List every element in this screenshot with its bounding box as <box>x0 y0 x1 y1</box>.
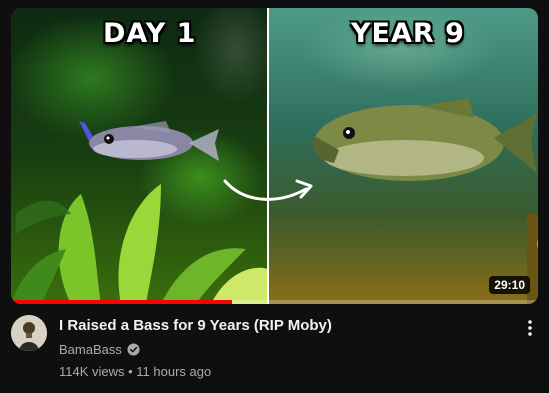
upload-age: 11 hours ago <box>136 364 212 379</box>
video-title[interactable]: I Raised a Bass for 9 Years (RIP Moby) <box>59 317 332 334</box>
video-metadata: 114K views • 11 hours ago <box>59 364 211 379</box>
split-divider <box>267 8 269 304</box>
small-fish <box>79 121 219 161</box>
avatar-image <box>11 315 47 351</box>
video-thumbnail[interactable]: DAY 1 YEAR 9 29:10 <box>11 8 538 304</box>
duration-badge: 29:10 <box>489 276 530 294</box>
thumbnail-left-label: DAY 1 <box>103 18 197 49</box>
video-card[interactable]: DAY 1 YEAR 9 29:10 I Raised a Bass for 9… <box>0 0 549 393</box>
more-vert-icon <box>528 320 532 336</box>
channel-avatar[interactable] <box>11 315 47 351</box>
large-bass-fish <box>312 98 537 181</box>
thumbnail-right-label: YEAR 9 <box>351 18 465 49</box>
more-options-button[interactable] <box>522 317 538 339</box>
thumbnail-left-panel <box>11 8 268 304</box>
verified-badge-icon <box>127 343 140 356</box>
thumbnail-right-panel <box>269 8 538 304</box>
view-count: 114K views <box>59 364 125 379</box>
meta-separator: • <box>124 364 137 379</box>
watch-progress-fill <box>11 300 233 304</box>
watch-progress-bar <box>11 300 538 304</box>
channel-name[interactable]: BamaBass <box>59 342 122 357</box>
channel-row: BamaBass <box>59 342 140 357</box>
curved-arrow-icon <box>223 179 313 201</box>
